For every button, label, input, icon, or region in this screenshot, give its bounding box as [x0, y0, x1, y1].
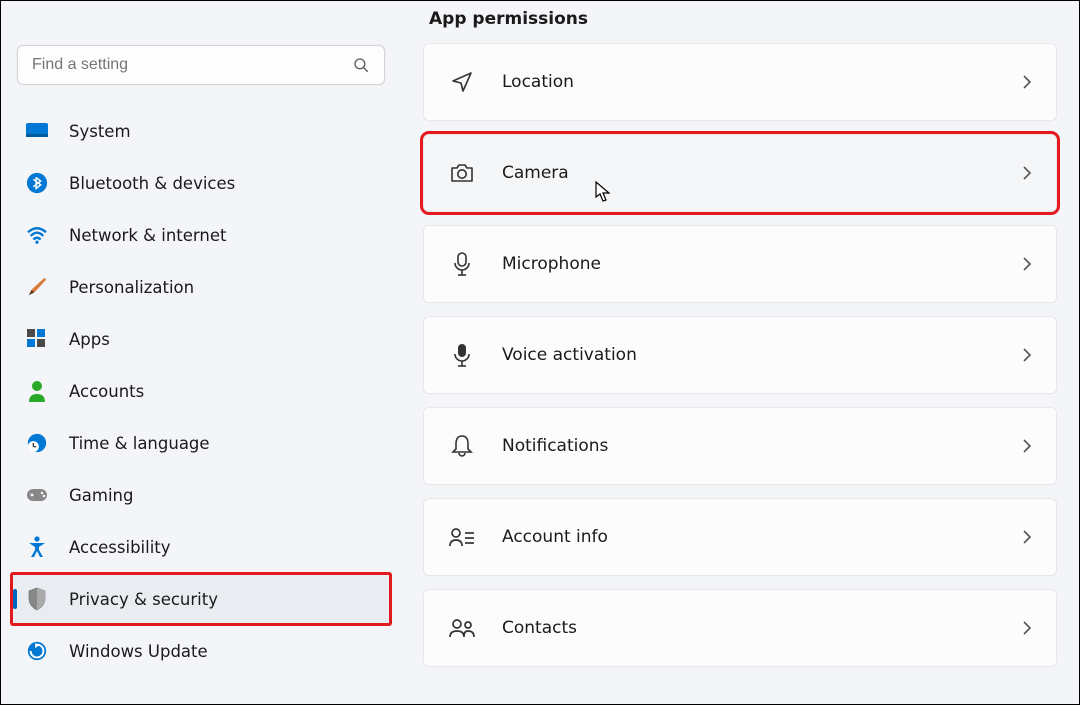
camera-icon [448, 159, 476, 187]
sidebar-item-label: Gaming [69, 486, 134, 505]
tile-location[interactable]: Location [423, 43, 1057, 121]
chevron-right-icon [1022, 256, 1032, 272]
sidebar-item-label: Personalization [69, 278, 194, 297]
contacts-icon [448, 614, 476, 642]
sidebar-item-time-language[interactable]: Time & language [11, 417, 391, 469]
apps-icon [25, 327, 49, 351]
chevron-right-icon [1022, 620, 1032, 636]
section-title: App permissions [429, 9, 1057, 29]
shield-icon [25, 587, 49, 611]
sidebar-nav: System Bluetooth & devices Network & int… [1, 99, 401, 683]
tile-label: Microphone [502, 254, 1022, 274]
tile-account-info[interactable]: Account info [423, 498, 1057, 576]
gamepad-icon [25, 483, 49, 507]
tile-label: Voice activation [502, 345, 1022, 365]
sidebar-item-privacy-security[interactable]: Privacy & security [11, 573, 391, 625]
chevron-right-icon [1022, 74, 1032, 90]
tile-label: Account info [502, 527, 1022, 547]
chevron-right-icon [1022, 529, 1032, 545]
sidebar-item-label: System [69, 122, 131, 141]
sidebar-item-bluetooth[interactable]: Bluetooth & devices [11, 157, 391, 209]
tile-camera[interactable]: Camera [423, 134, 1057, 212]
tile-microphone[interactable]: Microphone [423, 225, 1057, 303]
microphone-icon [448, 250, 476, 278]
sidebar-item-system[interactable]: System [11, 105, 391, 157]
bluetooth-icon [25, 171, 49, 195]
sidebar: System Bluetooth & devices Network & int… [1, 1, 401, 704]
sidebar-item-label: Accounts [69, 382, 144, 401]
search-field[interactable] [32, 56, 352, 74]
sidebar-item-label: Time & language [69, 434, 210, 453]
tile-label: Notifications [502, 436, 1022, 456]
bell-icon [448, 432, 476, 460]
sidebar-item-apps[interactable]: Apps [11, 313, 391, 365]
chevron-right-icon [1022, 165, 1032, 181]
sidebar-item-label: Windows Update [69, 642, 208, 661]
globe-clock-icon [25, 431, 49, 455]
tile-contacts[interactable]: Contacts [423, 589, 1057, 667]
sidebar-item-label: Accessibility [69, 538, 171, 557]
sidebar-item-label: Network & internet [69, 226, 226, 245]
search-input[interactable] [17, 45, 385, 85]
accessibility-icon [25, 535, 49, 559]
permission-tiles: Location Camera Microphone [423, 43, 1057, 667]
sidebar-item-personalization[interactable]: Personalization [11, 261, 391, 313]
system-icon [25, 119, 49, 143]
voice-icon [448, 341, 476, 369]
tile-label: Contacts [502, 618, 1022, 638]
location-icon [448, 68, 476, 96]
sidebar-item-accessibility[interactable]: Accessibility [11, 521, 391, 573]
paintbrush-icon [25, 275, 49, 299]
sidebar-item-label: Apps [69, 330, 110, 349]
sidebar-item-windows-update[interactable]: Windows Update [11, 625, 391, 677]
search-icon [352, 56, 370, 74]
sidebar-item-gaming[interactable]: Gaming [11, 469, 391, 521]
sidebar-item-accounts[interactable]: Accounts [11, 365, 391, 417]
sidebar-item-network[interactable]: Network & internet [11, 209, 391, 261]
wifi-icon [25, 223, 49, 247]
sidebar-item-label: Bluetooth & devices [69, 174, 235, 193]
tile-notifications[interactable]: Notifications [423, 407, 1057, 485]
tile-voice-activation[interactable]: Voice activation [423, 316, 1057, 394]
account-info-icon [448, 523, 476, 551]
tile-label: Camera [502, 163, 1022, 183]
update-icon [25, 639, 49, 663]
chevron-right-icon [1022, 347, 1032, 363]
main-content: App permissions Location Camera [401, 1, 1079, 704]
sidebar-item-label: Privacy & security [69, 590, 218, 609]
tile-label: Location [502, 72, 1022, 92]
person-icon [25, 379, 49, 403]
chevron-right-icon [1022, 438, 1032, 454]
